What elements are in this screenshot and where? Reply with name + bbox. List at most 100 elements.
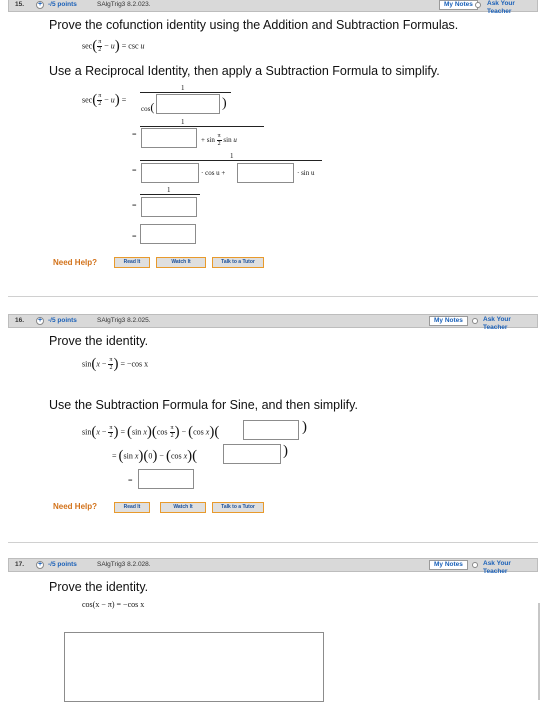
answer-input[interactable] xyxy=(223,444,281,464)
talk-to-tutor-button[interactable]: Talk to a Tutor xyxy=(212,257,264,268)
equals-sign: = xyxy=(132,232,137,241)
close-paren: ) xyxy=(222,96,227,111)
answer-input[interactable] xyxy=(138,469,194,489)
answer-input[interactable] xyxy=(141,197,197,217)
sin-label: sin xyxy=(82,427,92,437)
equals-sign: = xyxy=(120,427,125,437)
minus-sign: − xyxy=(181,427,187,437)
answer-input[interactable] xyxy=(141,163,199,183)
minus-sign: − xyxy=(159,451,164,461)
fraction-bar xyxy=(140,126,264,127)
cos-label: cos xyxy=(156,427,168,437)
plus-sin-text: + sin xyxy=(201,136,215,145)
answer-input[interactable] xyxy=(140,224,196,244)
watch-it-button[interactable]: Watch It xyxy=(156,257,206,268)
step1-lhs: sec(π 2 − u) = xyxy=(82,92,127,108)
expand-icon[interactable]: + xyxy=(36,317,44,325)
pi-symbol: π xyxy=(216,133,222,141)
equals-sign: = xyxy=(121,95,127,105)
cos-label: cos xyxy=(193,427,204,437)
ask-teacher-icon xyxy=(475,2,481,8)
numerator-one: 1 xyxy=(167,186,171,194)
ask-teacher-button[interactable]: Ask Your Teacher xyxy=(479,316,537,331)
read-it-button[interactable]: Read It xyxy=(114,257,150,268)
expand-icon[interactable]: + xyxy=(36,1,44,9)
variable-x: x xyxy=(96,359,100,369)
expand-icon[interactable]: + xyxy=(36,561,44,569)
source-label: SAlgTrig3 8.2.028. xyxy=(97,561,151,568)
numerator-one: 1 xyxy=(181,118,185,126)
expansion-step2: = (sin x)(0) − (cos x)( xyxy=(112,448,198,464)
sin-u-label: · sin u xyxy=(297,169,315,177)
numerator-one: 1 xyxy=(230,152,234,160)
cos-label: cos xyxy=(170,451,182,461)
denominator: 2 xyxy=(217,141,221,147)
need-help-label: Need Help? xyxy=(53,502,98,511)
sec-label: sec xyxy=(82,95,93,105)
source-label: SAlgTrig3 8.2.023. xyxy=(97,1,151,8)
ask-teacher-button[interactable]: Ask Your Teacher xyxy=(479,560,537,575)
question-header: 17. + -/5 points SAlgTrig3 8.2.028. My N… xyxy=(8,558,538,575)
sec-label: sec xyxy=(82,41,93,51)
denominator: 2 xyxy=(98,101,102,107)
scrollbar[interactable] xyxy=(538,603,540,700)
points-label[interactable]: -/5 points xyxy=(48,0,77,11)
answer-textarea[interactable] xyxy=(64,632,324,702)
numerator-one: 1 xyxy=(181,84,185,92)
ask-teacher-button[interactable]: Ask Your Teacher xyxy=(483,0,537,15)
read-it-button[interactable]: Read It xyxy=(114,502,150,513)
question-number: 17. xyxy=(15,561,25,568)
question-header: 15. + -/5 points SAlgTrig3 8.2.023. My N… xyxy=(8,0,538,15)
fraction-bar xyxy=(140,160,322,161)
question-divider xyxy=(8,296,538,297)
equals-sign: = xyxy=(121,41,127,51)
instruction-text: Use a Reciprocal Identity, then apply a … xyxy=(49,64,440,78)
minus-sign: − xyxy=(104,41,109,51)
minus-sign: − xyxy=(101,427,107,437)
talk-to-tutor-button[interactable]: Talk to a Tutor xyxy=(212,502,264,513)
answer-input[interactable] xyxy=(243,420,299,440)
watch-it-button[interactable]: Watch It xyxy=(160,502,206,513)
question-prompt: Prove the identity. xyxy=(49,580,149,594)
denominator: 2 xyxy=(98,47,102,53)
ask-teacher-icon xyxy=(472,562,478,568)
equals-sign: = xyxy=(112,451,117,461)
variable-u: u xyxy=(140,41,145,51)
question-number: 16. xyxy=(15,317,25,324)
question-header: 16. + -/5 points SAlgTrig3 8.2.025. My N… xyxy=(8,314,538,331)
question-prompt: Prove the identity. xyxy=(49,334,149,348)
sin-label: sin xyxy=(123,451,133,461)
sin-label: sin xyxy=(131,427,142,437)
sin-text: sin xyxy=(223,136,232,145)
points-label[interactable]: -/5 points xyxy=(48,315,77,327)
answer-input[interactable] xyxy=(141,128,197,148)
pi-symbol: π xyxy=(97,39,103,47)
csc-label: csc xyxy=(128,41,139,51)
sin-label: sin xyxy=(82,359,92,369)
question-prompt: Prove the cofunction identity using the … xyxy=(49,18,459,32)
cos-u-plus-label: · cos u + xyxy=(201,169,226,177)
cos-text: cos xyxy=(141,105,151,113)
answer-input[interactable] xyxy=(237,163,294,183)
variable-x: x xyxy=(96,427,100,437)
answer-input[interactable] xyxy=(156,94,220,114)
need-help-label: Need Help? xyxy=(53,258,98,267)
close-paren: ) xyxy=(283,443,288,459)
identity-rhs: = −cos x xyxy=(120,359,149,369)
my-notes-button[interactable]: My Notes xyxy=(429,316,468,326)
fraction-bar xyxy=(140,194,200,195)
ask-teacher-icon xyxy=(472,318,478,324)
cos-label: cos( xyxy=(141,100,155,114)
equals-sign: = xyxy=(132,130,137,139)
question-divider xyxy=(8,542,538,543)
equals-sign: = xyxy=(132,166,137,175)
my-notes-button[interactable]: My Notes xyxy=(439,0,478,10)
identity-statement: sec(π 2 − u) = csc u xyxy=(82,38,145,54)
close-paren: ) xyxy=(302,419,307,435)
equals-sign: = xyxy=(132,201,137,210)
minus-sign: − xyxy=(104,95,109,105)
points-label[interactable]: -/5 points xyxy=(48,559,77,571)
question-number: 15. xyxy=(15,1,25,8)
my-notes-button[interactable]: My Notes xyxy=(429,560,468,570)
equals-sign: = xyxy=(128,476,133,485)
